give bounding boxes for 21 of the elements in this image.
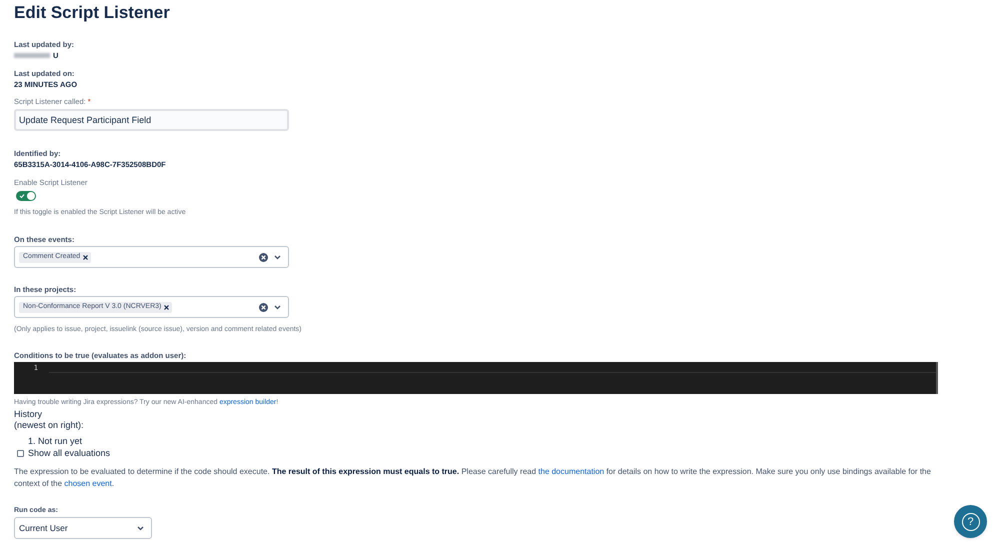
history-entry: 1. Not run yet (28, 436, 84, 447)
remove-icon[interactable] (83, 254, 88, 260)
clear-icon[interactable] (259, 302, 268, 312)
link[interactable]: chosen event (64, 479, 112, 488)
link[interactable]: the documentation (538, 467, 604, 476)
toggle-switch[interactable] (16, 191, 36, 201)
checkbox[interactable] (17, 450, 24, 457)
description-text: The expression to be evaluated to determine if the code should execute. The result of this expression must equals to true. Please carefully read the documentation for details on how to write the expression. Make sure you only use bindings available for the context of the chosen event. (14, 466, 932, 490)
section-title: History (14, 409, 44, 420)
name-field[interactable]: Update Request Participant Field (14, 109, 289, 131)
clear-icon[interactable] (259, 252, 268, 262)
help-button[interactable]: ? (954, 505, 987, 538)
caret-icon (274, 254, 281, 260)
select-field[interactable]: Current User (14, 517, 152, 539)
remove-icon[interactable] (164, 304, 170, 310)
check-icon (19, 193, 25, 199)
caret-icon (274, 304, 281, 310)
page-title: Edit Script Listener (14, 2, 171, 24)
subtitle-text: (newest on right): (14, 420, 85, 431)
caret-icon (137, 526, 144, 530)
checkbox-label[interactable]: Show all evaluations (28, 448, 110, 459)
